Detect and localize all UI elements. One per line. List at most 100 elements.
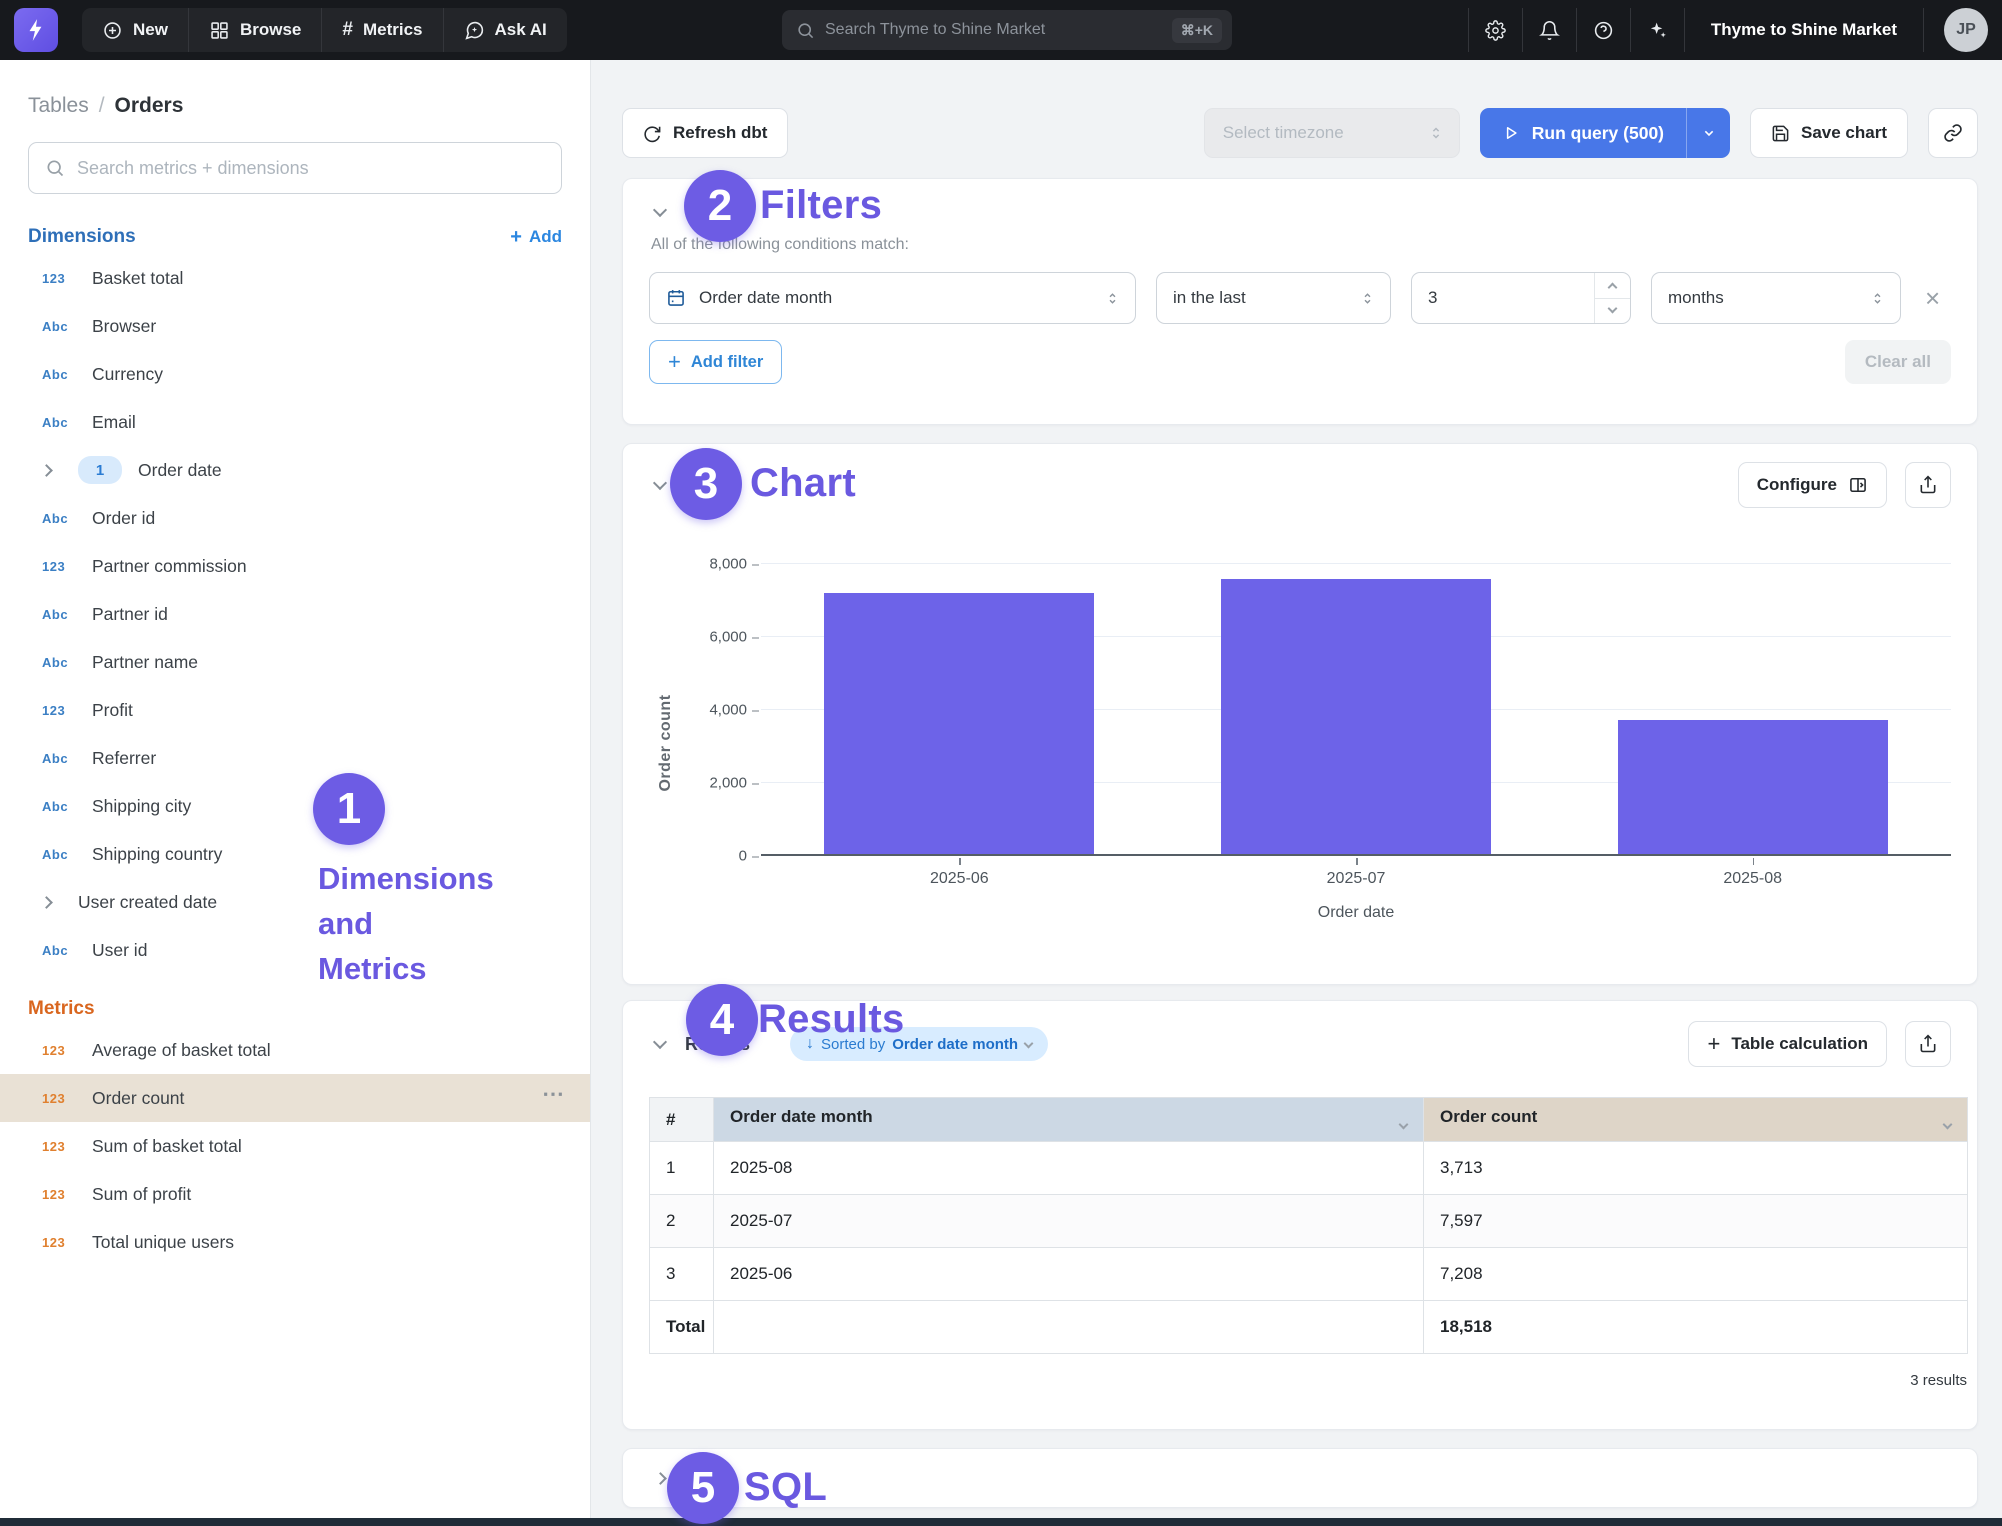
sidebar-item-basket-total[interactable]: 123Basket total <box>0 254 590 302</box>
navbar-right: Thyme to Shine Market JP <box>1468 8 1988 52</box>
notifications-button[interactable] <box>1522 8 1576 52</box>
gear-icon <box>1485 20 1506 41</box>
sidebar-item-partner-commission[interactable]: 123Partner commission <box>0 542 590 590</box>
string-type-icon: Abc <box>42 799 76 814</box>
nav-ask-ai-button[interactable]: Ask AI <box>444 8 567 52</box>
string-type-icon: Abc <box>42 847 76 862</box>
add-filter-button[interactable]: +Add filter <box>649 340 782 384</box>
chevron-right-icon <box>42 466 62 475</box>
nav-metrics-button[interactable]: #Metrics <box>322 8 443 52</box>
share-link-button[interactable] <box>1928 108 1978 158</box>
export-chart-button[interactable] <box>1905 462 1951 508</box>
chart-plot <box>761 564 1951 856</box>
sql-expand-button[interactable] <box>649 1474 671 1483</box>
table-calculation-button[interactable]: +Table calculation <box>1688 1021 1887 1067</box>
field-count-badge: 1 <box>78 456 122 484</box>
filter-value-input[interactable]: 3 <box>1411 272 1631 324</box>
dimensions-list: 123Basket totalAbcBrowserAbcCurrencyAbcE… <box>0 254 590 974</box>
chevron-down-icon <box>1608 304 1618 314</box>
run-query-options-button[interactable] <box>1686 108 1730 158</box>
bar-slot <box>1554 564 1951 856</box>
chevron-down-icon <box>653 1035 667 1049</box>
numeric-type-icon: 123 <box>42 1187 76 1202</box>
chart-collapse-button[interactable] <box>649 482 671 488</box>
explore-sidebar: Tables/Orders Search metrics + dimension… <box>0 60 591 1518</box>
user-avatar[interactable]: JP <box>1944 8 1988 52</box>
sidebar-item-average-of-basket-total[interactable]: 123Average of basket total <box>0 1026 590 1074</box>
stepper-up-button[interactable] <box>1595 273 1630 299</box>
chevron-down-icon <box>1701 125 1717 141</box>
sidebar-item-currency[interactable]: AbcCurrency <box>0 350 590 398</box>
fields-search-input[interactable]: Search metrics + dimensions <box>28 142 562 194</box>
window-bottom-edge <box>0 1518 2002 1526</box>
sidebar-item-referrer[interactable]: AbcReferrer <box>0 734 590 782</box>
sidebar-item-sum-of-basket-total[interactable]: 123Sum of basket total <box>0 1122 590 1170</box>
sidebar-item-profit[interactable]: 123Profit <box>0 686 590 734</box>
column-header-order-date-month[interactable]: Order date month <box>714 1098 1424 1142</box>
bar-2025-06[interactable] <box>824 593 1094 856</box>
bar-2025-08[interactable] <box>1618 720 1888 856</box>
more-options-icon[interactable]: ⋯ <box>542 1090 566 1107</box>
results-collapse-button[interactable] <box>649 1041 671 1047</box>
global-search-input[interactable]: Search Thyme to Shine Market ⌘+K <box>782 10 1232 50</box>
y-axis: 02,0004,0006,0008,000 <box>683 564 761 856</box>
filter-field-select[interactable]: Order date month <box>649 272 1136 324</box>
filter-conditions-text: All of the following conditions match: <box>651 236 1951 254</box>
refresh-dbt-button[interactable]: Refresh dbt <box>622 108 788 158</box>
timezone-select[interactable]: Select timezone <box>1204 108 1460 158</box>
run-query-button[interactable]: Run query (500) <box>1480 108 1730 158</box>
filter-unit-select[interactable]: months <box>1651 272 1901 324</box>
nav-browse-button[interactable]: Browse <box>189 8 322 52</box>
sidebar-item-partner-id[interactable]: AbcPartner id <box>0 590 590 638</box>
y-tick-label: 2,000 <box>709 775 747 792</box>
chevron-down-icon <box>653 202 667 216</box>
numeric-type-icon: 123 <box>42 559 76 574</box>
nav-new-button[interactable]: New <box>82 8 189 52</box>
settings-button[interactable] <box>1468 8 1522 52</box>
add-dimension-button[interactable]: +Add <box>510 227 562 247</box>
sidebar-item-browser[interactable]: AbcBrowser <box>0 302 590 350</box>
table-cell: 7,208 <box>1424 1248 1968 1301</box>
metrics-list: 123Average of basket total123Order count… <box>0 1026 590 1266</box>
string-type-icon: Abc <box>42 607 76 622</box>
sidebar-item-order-id[interactable]: AbcOrder id <box>0 494 590 542</box>
configure-chart-button[interactable]: Configure <box>1738 462 1887 508</box>
numeric-type-icon: 123 <box>42 1091 76 1106</box>
table-row: 12025-083,713 <box>650 1142 1968 1195</box>
y-tick-label: 8,000 <box>709 556 747 573</box>
sql-section: SQL <box>622 1448 1978 1508</box>
sidebar-item-total-unique-users[interactable]: 123Total unique users <box>0 1218 590 1266</box>
sidebar-item-email[interactable]: AbcEmail <box>0 398 590 446</box>
bar-2025-07[interactable] <box>1221 579 1491 856</box>
breadcrumb-tables-link[interactable]: Tables <box>28 94 89 117</box>
remove-filter-button[interactable]: × <box>1921 285 1944 311</box>
ai-sparkles-button[interactable] <box>1630 8 1684 52</box>
clear-all-filters-button[interactable]: Clear all <box>1845 340 1951 384</box>
sidebar-item-user-id[interactable]: AbcUser id <box>0 926 590 974</box>
column-header-order-count[interactable]: Order count <box>1424 1098 1968 1142</box>
help-button[interactable] <box>1576 8 1630 52</box>
app-logo[interactable] <box>14 8 58 52</box>
bar-slot <box>1158 564 1555 856</box>
sidebar-item-shipping-country[interactable]: AbcShipping country <box>0 830 590 878</box>
sidebar-item-order-count[interactable]: 123Order count⋯ <box>0 1074 590 1122</box>
save-icon <box>1771 124 1790 143</box>
filters-collapse-button[interactable] <box>649 209 671 215</box>
y-tick-label: 0 <box>739 848 747 865</box>
share-icon <box>1918 475 1938 495</box>
sidebar-item-shipping-city[interactable]: AbcShipping city <box>0 782 590 830</box>
table-cell: 2025-07 <box>714 1195 1424 1248</box>
filter-operator-select[interactable]: in the last <box>1156 272 1391 324</box>
string-type-icon: Abc <box>42 655 76 670</box>
sidebar-item-order-date[interactable]: 1Order date <box>0 446 590 494</box>
stepper-down-button[interactable] <box>1595 299 1630 324</box>
org-switcher[interactable]: Thyme to Shine Market <box>1684 8 1924 52</box>
sidebar-item-partner-name[interactable]: AbcPartner name <box>0 638 590 686</box>
sidebar-item-sum-of-profit[interactable]: 123Sum of profit <box>0 1170 590 1218</box>
string-type-icon: Abc <box>42 511 76 526</box>
save-chart-button[interactable]: Save chart <box>1750 108 1908 158</box>
numeric-type-icon: 123 <box>42 1235 76 1250</box>
sidebar-item-user-created-date[interactable]: User created date <box>0 878 590 926</box>
sorted-by-chip[interactable]: ↓ Sorted by Order date month <box>790 1027 1048 1061</box>
export-results-button[interactable] <box>1905 1021 1951 1067</box>
